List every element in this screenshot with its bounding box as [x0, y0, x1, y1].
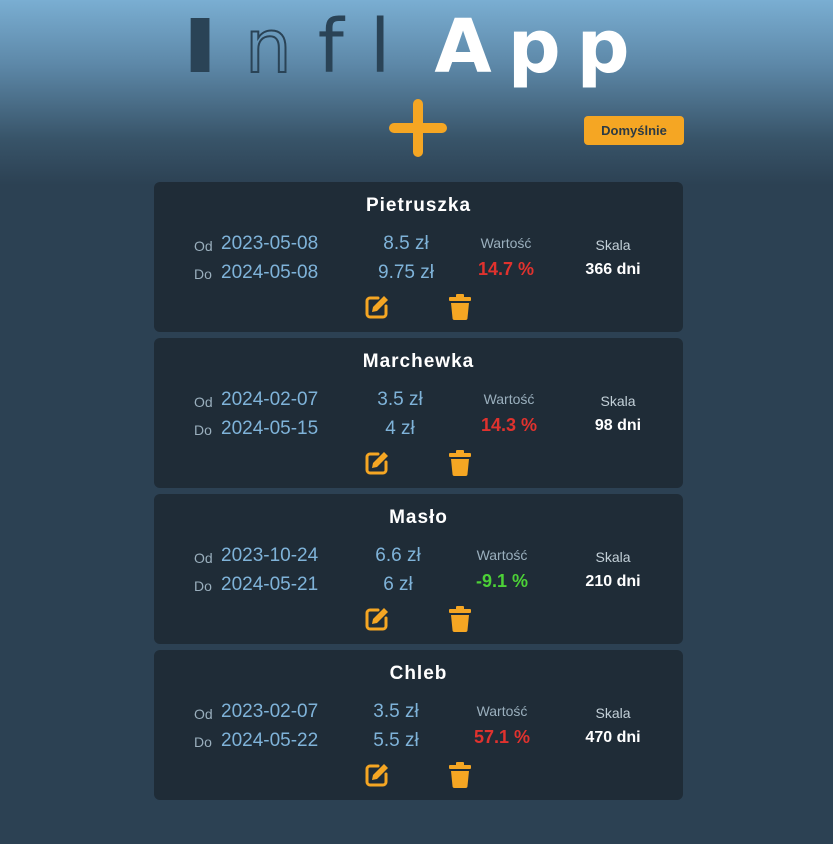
date-to: 2024-05-22	[221, 730, 319, 751]
from-label: Od	[194, 394, 213, 410]
date-from: 2024-02-07	[221, 389, 319, 410]
price-to: 6 zł	[383, 574, 413, 595]
scale-label: Skala	[595, 705, 631, 721]
app-logo: In fl App	[0, 4, 833, 90]
item-card: Chleb Od Do 2023-02-07 2024-05-22 3.5 zł…	[154, 650, 683, 800]
value-percent: -9.1 %	[475, 571, 529, 591]
scale-days: 210 dni	[585, 573, 641, 590]
scale-days: 366 dni	[585, 261, 641, 278]
price-from: 8.5 zł	[383, 233, 429, 254]
date-to: 2024-05-08	[221, 262, 319, 283]
value-percent: 14.7 %	[477, 259, 535, 279]
trash-icon	[449, 450, 471, 476]
price-from: 3.5 zł	[377, 389, 423, 410]
to-label: Do	[194, 578, 212, 594]
item-name: Chleb	[389, 663, 448, 684]
price-to: 5.5 zł	[373, 730, 419, 751]
item-card: Masło Od Do 2023-10-24 2024-05-21 6.6 zł…	[154, 494, 683, 644]
trash-icon	[449, 762, 471, 788]
logo-part-1: I	[181, 4, 225, 90]
item-card: Pietruszka Od Do 2023-05-08 2024-05-08 8…	[154, 182, 683, 332]
edit-icon	[365, 608, 388, 631]
item-name: Masło	[389, 507, 448, 528]
trash-icon	[449, 606, 471, 632]
default-button[interactable]: Domyślnie	[584, 116, 684, 145]
date-to: 2024-05-21	[221, 574, 319, 595]
price-to: 4 zł	[385, 418, 415, 439]
date-from: 2023-05-08	[221, 233, 319, 254]
edit-button[interactable]	[363, 605, 391, 633]
to-label: Do	[194, 734, 212, 750]
value-label: Wartość	[480, 235, 532, 251]
logo-part-4: App	[434, 4, 646, 90]
scale-label: Skala	[600, 393, 636, 409]
items-list: Pietruszka Od Do 2023-05-08 2024-05-08 8…	[154, 182, 683, 806]
price-from: 3.5 zł	[373, 701, 419, 722]
to-label: Do	[194, 266, 212, 282]
from-label: Od	[194, 550, 213, 566]
logo-part-2: n	[244, 4, 293, 90]
delete-button[interactable]	[446, 761, 474, 789]
date-to: 2024-05-15	[221, 418, 319, 439]
scale-label: Skala	[595, 237, 631, 253]
item-card: Marchewka Od Do 2024-02-07 2024-05-15 3.…	[154, 338, 683, 488]
from-label: Od	[194, 238, 213, 254]
to-label: Do	[194, 422, 212, 438]
date-from: 2023-02-07	[221, 701, 319, 722]
value-percent: 57.1 %	[473, 727, 531, 747]
delete-button[interactable]	[446, 605, 474, 633]
edit-button[interactable]	[363, 449, 391, 477]
logo-part-3: fl	[317, 4, 417, 90]
value-label: Wartość	[476, 547, 528, 563]
delete-button[interactable]	[446, 449, 474, 477]
item-name: Marchewka	[362, 351, 475, 372]
date-from: 2023-10-24	[221, 545, 319, 566]
scale-label: Skala	[595, 549, 631, 565]
from-label: Od	[194, 706, 213, 722]
item-name: Pietruszka	[365, 195, 472, 216]
edit-button[interactable]	[363, 293, 391, 321]
scale-days: 98 dni	[594, 417, 642, 434]
trash-icon	[449, 294, 471, 320]
value-label: Wartość	[476, 703, 528, 719]
add-item-button[interactable]	[389, 99, 447, 157]
edit-button[interactable]	[363, 761, 391, 789]
edit-icon	[365, 296, 388, 319]
edit-icon	[365, 452, 388, 475]
scale-days: 470 dni	[585, 729, 641, 746]
delete-button[interactable]	[446, 293, 474, 321]
edit-icon	[365, 764, 388, 787]
value-label: Wartość	[483, 391, 535, 407]
value-percent: 14.3 %	[480, 415, 538, 435]
price-from: 6.6 zł	[375, 545, 421, 566]
price-to: 9.75 zł	[378, 262, 434, 283]
